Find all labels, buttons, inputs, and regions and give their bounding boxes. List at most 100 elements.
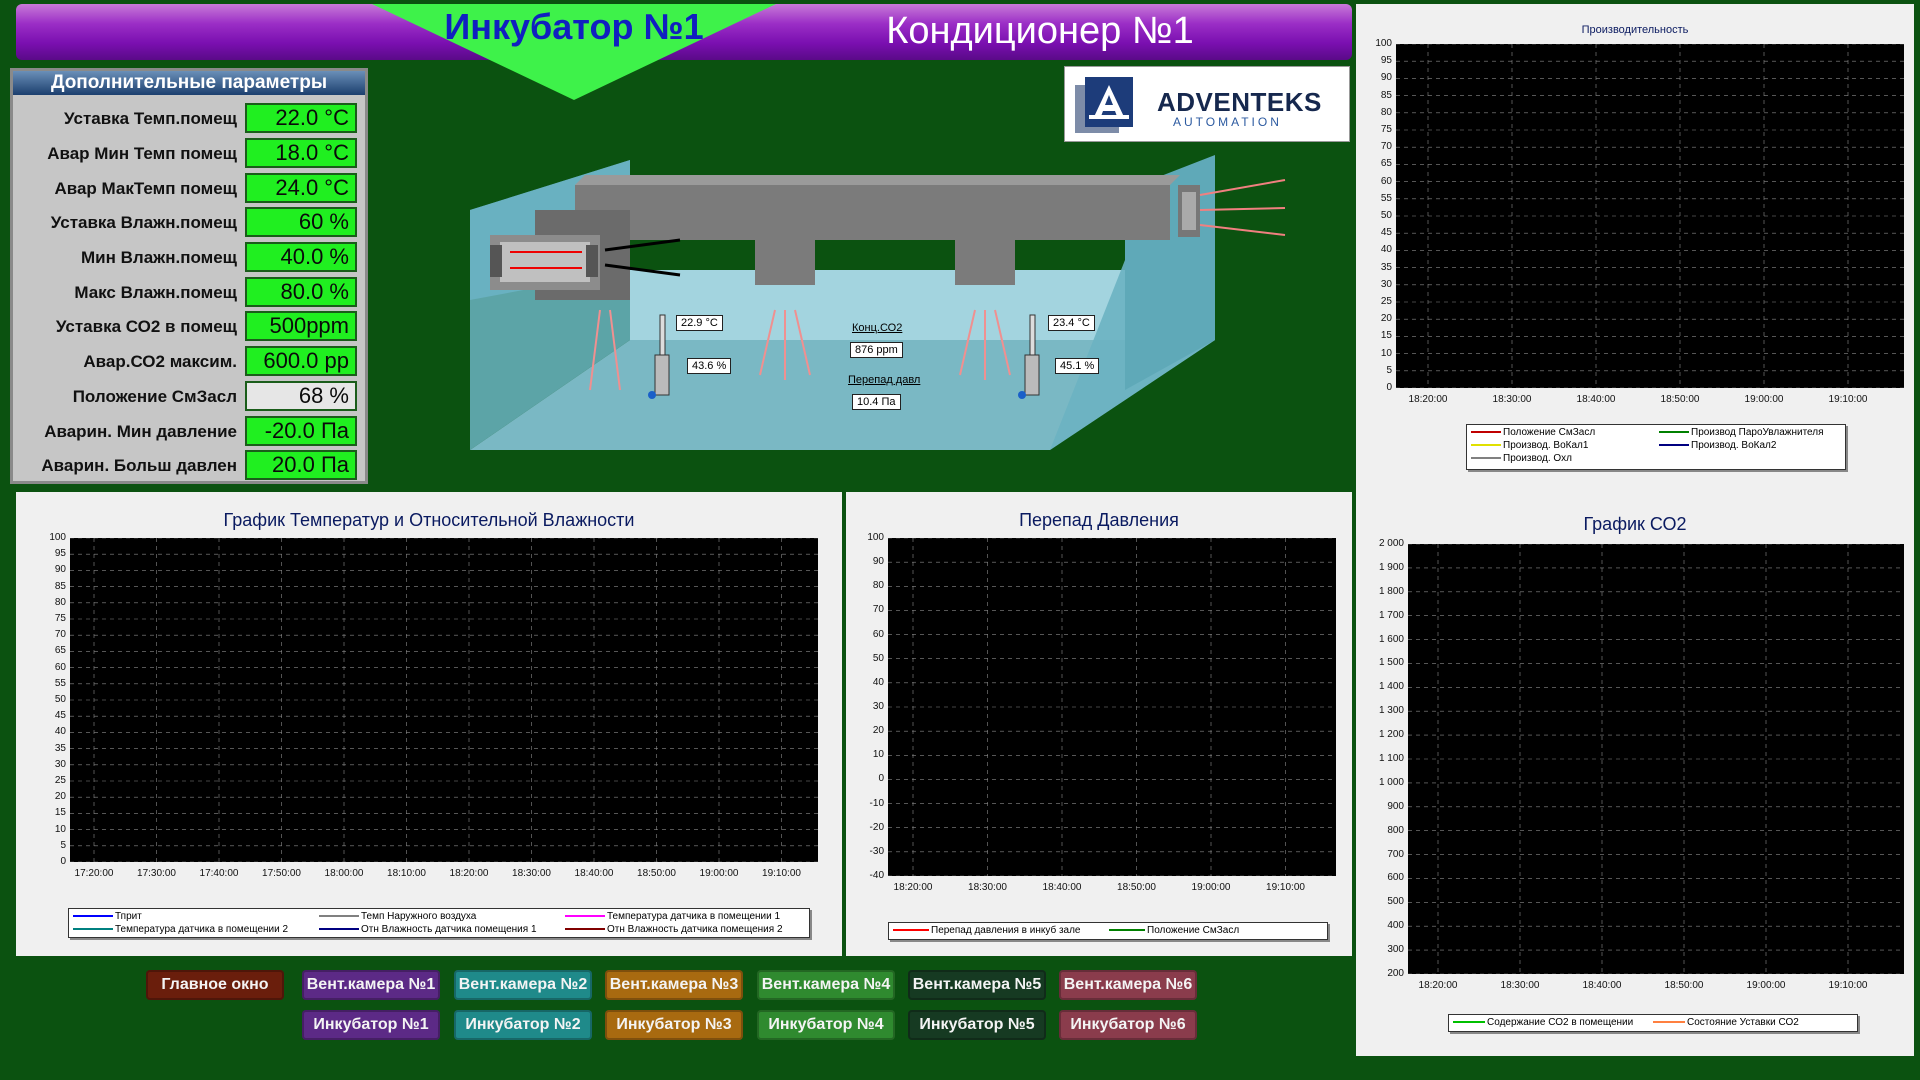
main-window-button[interactable]: Главное окно — [146, 970, 284, 1000]
incubator-button[interactable]: Инкубатор №3 — [605, 1010, 743, 1040]
room-temp-2: 23.4 °C — [1048, 315, 1095, 331]
co2-legend-item: Состояние Уставки СО2 — [1653, 1017, 1799, 1028]
param-row: Авар.СО2 максим. 600.0 pp — [13, 346, 365, 378]
perf-y-tick: 30 — [1380, 278, 1392, 290]
co2-legend-swatch — [1453, 1021, 1485, 1024]
param-value[interactable]: 24.0 °C — [245, 173, 357, 203]
incubator-button[interactable]: Инкубатор №1 — [302, 1010, 440, 1040]
perf-x-tick: 19:10:00 — [1828, 394, 1868, 405]
param-value[interactable]: 18.0 °C — [245, 138, 357, 168]
temp-x-tick: 18:10:00 — [387, 868, 426, 879]
temp-y-tick: 30 — [54, 758, 66, 770]
co2-label: Конц.СО2 — [852, 322, 903, 334]
perf-legend-label: Производ. ВоКал2 — [1691, 440, 1777, 451]
perf-y-tick: 40 — [1380, 244, 1392, 256]
temp-legend-swatch — [319, 915, 359, 918]
param-value[interactable]: -20.0 Па — [245, 416, 357, 446]
performance-chart-title: Производительность — [1581, 24, 1689, 36]
page-title: Инкубатор №1 — [444, 6, 704, 47]
perf-legend-item: Производ. ВоКал2 — [1659, 440, 1776, 451]
pressure-x-tick: 19:00:00 — [1191, 882, 1231, 893]
pressure-legend-swatch — [893, 929, 929, 932]
perf-legend-item: Положение СмЗасл — [1471, 427, 1595, 438]
perf-grid — [1396, 43, 1904, 389]
temp-y-tick: 90 — [54, 564, 66, 576]
pressure-grid — [888, 537, 1336, 877]
vent-chamber-button[interactable]: Вент.камера №6 — [1059, 970, 1197, 1000]
co2-y-tick: 1 800 — [1378, 585, 1404, 597]
co2-x-tick: 19:00:00 — [1746, 980, 1786, 991]
temp-y-tick: 20 — [54, 791, 66, 803]
vent-chamber-button[interactable]: Вент.камера №3 — [605, 970, 743, 1000]
temp-y-tick: 60 — [54, 661, 66, 673]
temp-y-tick: 35 — [54, 742, 66, 754]
perf-y-tick: 100 — [1375, 38, 1392, 49]
perf-legend-swatch — [1471, 431, 1501, 434]
vent-chamber-button[interactable]: Вент.камера №5 — [908, 970, 1046, 1000]
co2-x-tick: 18:50:00 — [1664, 980, 1704, 991]
co2-y-tick: 500 — [1387, 896, 1404, 908]
pressure-legend-swatch — [1109, 929, 1145, 932]
temp-y-tick: 50 — [54, 694, 66, 705]
params-panel: Дополнительные параметры Уставка Темп.по… — [10, 68, 368, 484]
temp-legend-label: Отн Влажность датчика помещения 1 — [361, 924, 537, 935]
perf-y-tick: 0 — [1386, 382, 1392, 393]
param-label: Мин Влажн.помещ — [81, 248, 237, 267]
room-humidity-1: 43.6 % — [687, 358, 732, 374]
perf-x-tick: 18:30:00 — [1492, 394, 1532, 405]
company-logo: ADVENTEKS AUTOMATION — [1064, 66, 1350, 142]
perf-legend-swatch — [1471, 457, 1501, 460]
param-label: Макс Влажн.помещ — [74, 283, 237, 302]
co2-y-tick: 1 700 — [1378, 609, 1404, 621]
co2-legend-item: Содержание СО2 в помещении — [1453, 1017, 1633, 1028]
pressure-x-tick: 18:20:00 — [893, 882, 933, 893]
param-label: Авар.СО2 максим. — [83, 352, 237, 371]
incubator-button[interactable]: Инкубатор №5 — [908, 1010, 1046, 1040]
param-value[interactable]: 22.0 °C — [245, 103, 357, 133]
temp-y-tick: 25 — [54, 775, 66, 786]
temp-x-tick: 18:50:00 — [637, 868, 676, 879]
param-row: Авар МакТемп помещ 24.0 °C — [13, 173, 365, 205]
pressure-y-tick: -10 — [869, 797, 884, 809]
perf-legend-label: Производ. Охл — [1503, 453, 1572, 464]
co2-legend-swatch — [1653, 1021, 1685, 1024]
param-value[interactable]: 600.0 pp — [245, 346, 357, 376]
temp-legend-swatch — [565, 928, 605, 931]
incubator-button[interactable]: Инкубатор №2 — [454, 1010, 592, 1040]
pressure-y-tick: 60 — [872, 628, 884, 640]
perf-legend-swatch — [1659, 431, 1689, 434]
pressure-x-tick: 18:40:00 — [1042, 882, 1082, 893]
temp-legend-label: Отн Влажность датчика помещения 2 — [607, 924, 783, 935]
param-label: Уставка Влажн.помещ — [50, 213, 237, 232]
temp-humidity-plot-area[interactable] — [70, 537, 818, 863]
param-value[interactable]: 500ppm — [245, 311, 357, 341]
incubator-button[interactable]: Инкубатор №6 — [1059, 1010, 1197, 1040]
param-row: Уставка Влажн.помещ 60 % — [13, 207, 365, 239]
performance-plot-area[interactable] — [1396, 43, 1904, 389]
co2-grid — [1408, 543, 1904, 975]
incubator-button[interactable]: Инкубатор №4 — [757, 1010, 895, 1040]
pressure-plot-area[interactable] — [888, 537, 1336, 877]
temp-legend-item: Температура датчика в помещении 1 — [565, 911, 780, 922]
temp-y-tick: 95 — [54, 548, 66, 560]
param-label: Уставка Темп.помещ — [63, 109, 237, 128]
perf-y-tick: 5 — [1386, 364, 1392, 376]
temp-legend-item: Темп Наружного воздуха — [319, 911, 476, 922]
temp-y-tick: 5 — [60, 839, 66, 851]
perf-legend-label: Положение СмЗасл — [1503, 427, 1596, 438]
vent-chamber-button[interactable]: Вент.камера №4 — [757, 970, 895, 1000]
param-row: Авар Мин Темп помещ 18.0 °C — [13, 138, 365, 170]
param-value[interactable]: 80.0 % — [245, 277, 357, 307]
perf-y-tick: 20 — [1380, 313, 1392, 325]
perf-x-tick: 18:40:00 — [1576, 394, 1616, 405]
param-value[interactable]: 40.0 % — [245, 242, 357, 272]
temp-y-tick: 10 — [54, 823, 66, 835]
co2-plot-area[interactable] — [1408, 543, 1904, 975]
perf-y-tick: 45 — [1380, 227, 1392, 239]
param-value[interactable]: 68 % — [245, 381, 357, 411]
vent-chamber-button[interactable]: Вент.камера №2 — [454, 970, 592, 1000]
param-value[interactable]: 20.0 Па — [245, 450, 357, 480]
temp-x-tick: 17:30:00 — [137, 868, 176, 879]
vent-chamber-button[interactable]: Вент.камера №1 — [302, 970, 440, 1000]
param-value[interactable]: 60 % — [245, 207, 357, 237]
